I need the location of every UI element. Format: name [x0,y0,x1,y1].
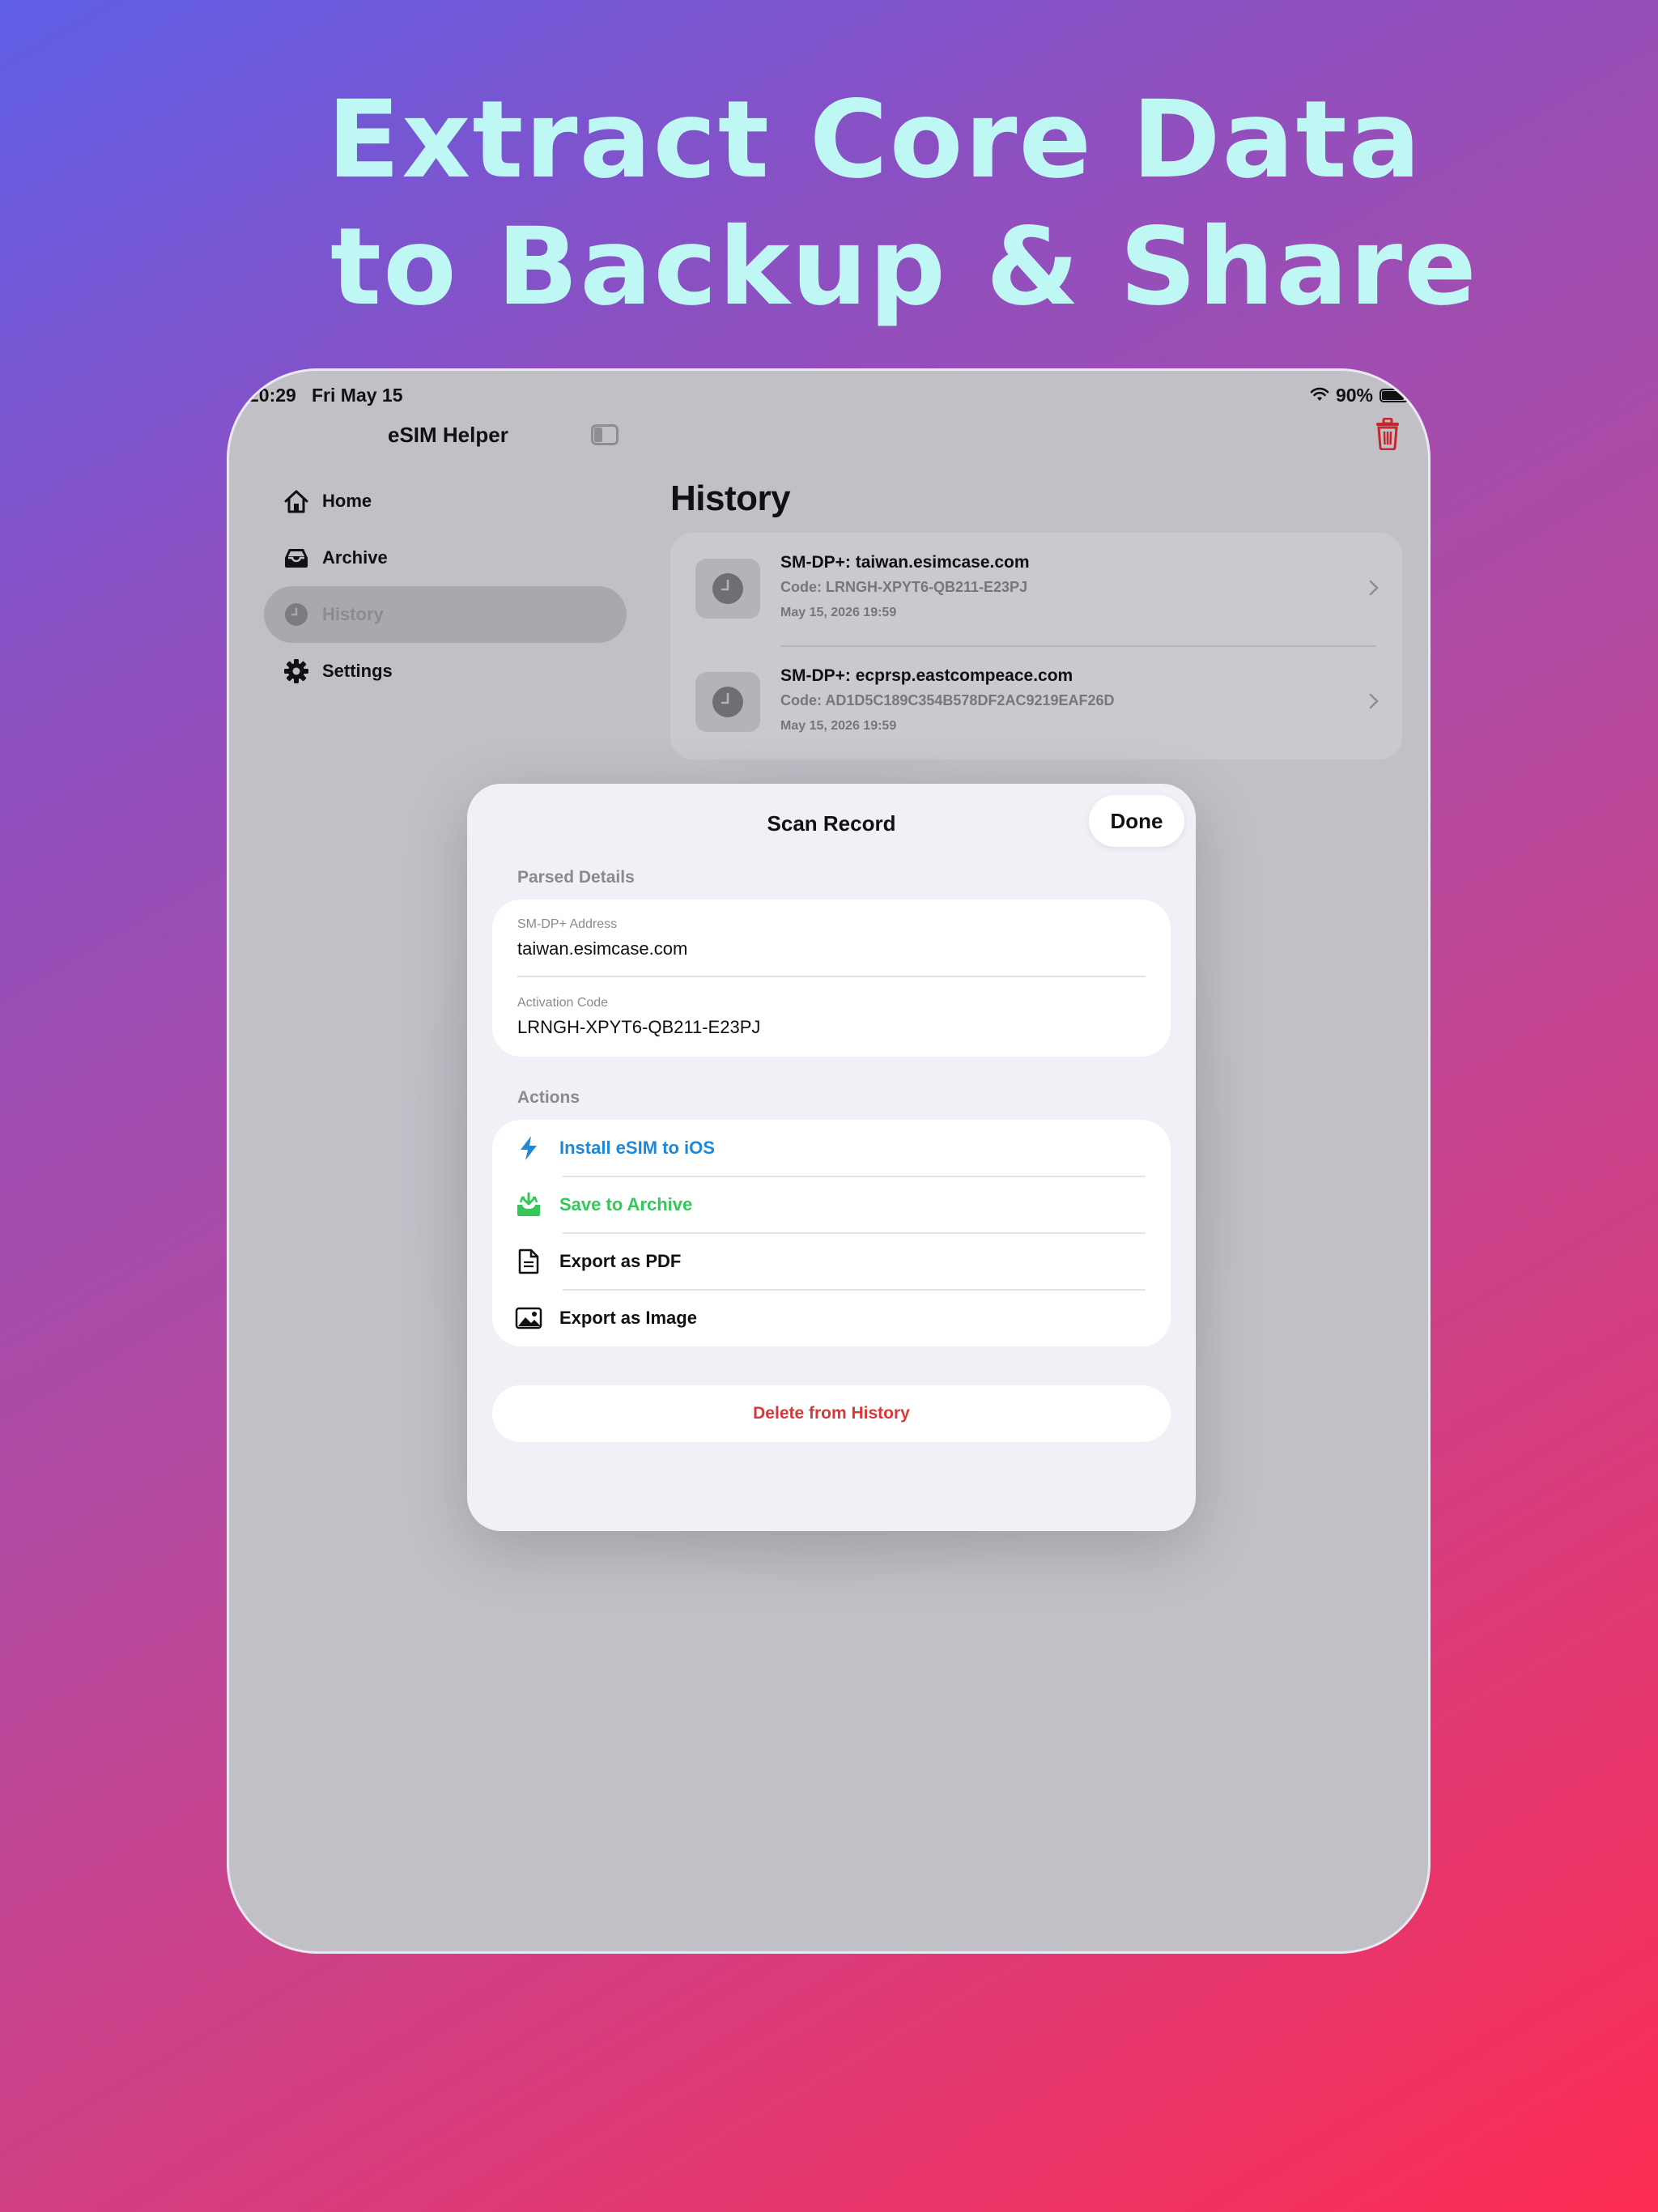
sidebar-item-history[interactable]: History [264,586,627,643]
headline-line-2: to Backup & Share [330,205,1478,330]
sidebar-item-settings[interactable]: Settings [264,643,627,700]
trash-icon[interactable] [1373,417,1402,451]
history-row[interactable]: SM-DP+: taiwan.esimcase.com Code: LRNGH-… [670,533,1402,646]
tray-download-icon [514,1190,543,1219]
divider [517,976,1146,977]
tray-icon [282,543,311,572]
gear-icon [282,657,311,686]
sm-dp-address-value: taiwan.esimcase.com [517,938,688,959]
history-row-code: Code: LRNGH-XPYT6-QB211-E23PJ [780,579,1028,595]
wifi-icon [1310,385,1329,406]
status-time: 20:29 [249,385,296,406]
parsed-details-group: SM-DP+ Address taiwan.esimcase.com Activ… [492,900,1171,1057]
sidebar-item-home[interactable]: Home [264,473,627,530]
history-row-date: May 15, 2026 19:59 [780,606,897,619]
install-esim-button[interactable]: Install eSIM to iOS [492,1120,1171,1176]
app-title: eSIM Helper [388,423,508,447]
headline-line-1: Extract Core Data [327,78,1422,202]
field-label: Activation Code [517,996,609,1010]
save-to-archive-button[interactable]: Save to Archive [492,1176,1171,1233]
status-date: Fri May 15 [312,385,403,406]
sidebar-item-label: Archive [322,547,388,568]
export-image-button[interactable]: Export as Image [492,1290,1171,1346]
page-title: History [670,479,791,518]
field-label: SM-DP+ Address [517,917,618,931]
photo-icon [514,1304,543,1333]
sidebar-item-label: Home [322,491,372,511]
history-row-title: SM-DP+: ecprsp.eastcompeace.com [780,666,1073,685]
sidebar-item-label: History [322,604,384,624]
done-button[interactable]: Done [1089,795,1184,847]
history-row-date: May 15, 2026 19:59 [780,719,897,733]
delete-from-history-button[interactable]: Delete from History [492,1385,1171,1442]
activation-code-value: LRNGH-XPYT6-QB211-E23PJ [517,1017,761,1037]
history-list: SM-DP+: taiwan.esimcase.com Code: LRNGH-… [670,533,1402,759]
history-row-code: Code: AD1D5C189C354B578DF2AC9219EAF26D [780,692,1115,708]
action-label: Export as Image [559,1308,697,1328]
clock-icon [695,559,760,619]
status-bar: 20:29 Fri May 15 90% [249,382,1411,411]
ipad-device-frame: 20:29 Fri May 15 90% eSIM Helper Home Ar… [227,368,1431,1954]
sheet-title: Scan Record [767,811,896,836]
scan-record-sheet: Scan Record Done Parsed Details SM-DP+ A… [467,784,1196,1531]
actions-group: Install eSIM to iOS Save to Archive Expo… [492,1120,1171,1346]
status-time-date: 20:29 Fri May 15 [249,385,403,406]
sidebar-item-label: Settings [322,661,393,681]
section-label-parsed: Parsed Details [517,868,635,887]
export-pdf-button[interactable]: Export as PDF [492,1233,1171,1290]
sidebar-toggle-icon[interactable] [591,424,619,445]
action-label: Save to Archive [559,1194,693,1214]
document-icon [514,1247,543,1276]
history-row[interactable]: SM-DP+: ecprsp.eastcompeace.com Code: AD… [670,646,1402,759]
section-label-actions: Actions [517,1088,580,1107]
action-label: Install eSIM to iOS [559,1138,715,1158]
chevron-right-icon [1368,578,1380,598]
clock-icon [695,672,760,732]
status-right: 90% [1310,385,1411,406]
history-row-title: SM-DP+: taiwan.esimcase.com [780,553,1030,572]
chevron-right-icon [1368,691,1380,711]
action-label: Export as PDF [559,1251,682,1271]
sidebar-item-archive[interactable]: Archive [264,530,627,586]
battery-icon [1380,389,1411,402]
bolt-icon [514,1134,543,1163]
clock-icon [282,600,311,629]
battery-percent: 90% [1335,385,1373,406]
house-icon [282,487,311,516]
